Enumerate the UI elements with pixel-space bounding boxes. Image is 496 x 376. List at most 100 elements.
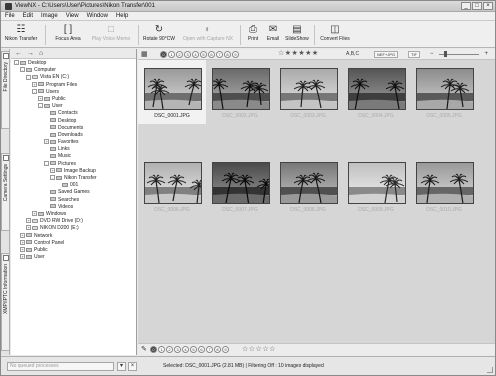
thumbnail[interactable]: DSC_0001.JPG (138, 60, 206, 124)
email-button[interactable]: ✉ Email (264, 22, 282, 47)
tree-node[interactable]: Desktop (11, 118, 136, 125)
tree-node[interactable]: Music (11, 153, 136, 160)
rating-filter[interactable]: ☆★★★★★ (278, 50, 319, 58)
tree-node[interactable]: - Pictures (11, 161, 136, 168)
label-4-button[interactable]: 4 (192, 51, 199, 58)
tree-node[interactable]: Links (11, 146, 136, 153)
open-capture-nx-button[interactable]: ◐ Open with Capture NX (180, 22, 236, 47)
tree-node[interactable]: - User (11, 103, 136, 110)
label-6-button[interactable]: 6 (208, 51, 215, 58)
play-voice-memo-button[interactable]: □ Play Voice Memo (89, 22, 133, 47)
tree-node[interactable]: + Control Panel (11, 240, 136, 247)
label-6-button[interactable]: 6 (198, 346, 205, 353)
back-icon[interactable]: ← (15, 49, 22, 58)
tree-node[interactable]: Saved Games (11, 189, 136, 196)
thumbnail[interactable]: DSC_0008.JPG (274, 154, 342, 218)
expand-icon[interactable]: + (26, 218, 31, 224)
collapse-icon[interactable]: - (44, 160, 49, 166)
process-queue-field[interactable]: No queued processes (7, 362, 114, 371)
collapse-icon[interactable]: - (20, 67, 25, 73)
label-3-button[interactable]: 3 (174, 346, 181, 353)
expand-icon[interactable]: + (20, 247, 25, 253)
maximize-button[interactable]: □ (472, 2, 482, 10)
menu-edit[interactable]: Edit (23, 12, 33, 20)
zoom-in-icon[interactable]: + (484, 51, 488, 57)
collapse-icon[interactable]: - (14, 60, 19, 66)
expand-icon[interactable]: + (20, 232, 25, 238)
tree-node[interactable]: Documents (11, 125, 136, 132)
menu-window[interactable]: Window (87, 12, 108, 20)
label-9-button[interactable]: 9 (222, 346, 229, 353)
expand-icon[interactable]: + (50, 167, 55, 173)
palette-toggle-icon[interactable] (3, 155, 9, 161)
menu-help[interactable]: Help (116, 12, 128, 20)
tree-node[interactable]: Videos (11, 204, 136, 211)
thumbnail[interactable]: DSC_0003.JPG (274, 60, 342, 124)
label-3-button[interactable]: 3 (184, 51, 191, 58)
collapse-icon[interactable]: - (26, 74, 31, 80)
nikon-transfer-button[interactable]: ☷ Nikon Transfer (4, 22, 38, 47)
expand-icon[interactable]: + (32, 81, 37, 87)
queue-dropdown-button[interactable]: ▾ (117, 362, 126, 371)
label-9-button[interactable]: 9 (232, 51, 239, 58)
tree-node[interactable]: Contacts (11, 110, 136, 117)
expand-icon[interactable]: + (32, 211, 37, 217)
menu-image[interactable]: Image (41, 12, 58, 20)
palette-toggle-icon[interactable] (3, 53, 9, 59)
thumbnail[interactable]: DSC_0002.JPG (206, 60, 274, 124)
thumbnail[interactable]: DSC_0010.JPG (410, 154, 478, 218)
minimize-button[interactable]: _ (461, 2, 471, 10)
pen-icon[interactable]: ✎ (141, 346, 147, 353)
format-filter-select-2[interactable]: TIF (408, 51, 420, 58)
tree-node[interactable]: - Vista EN (C:) (11, 74, 136, 81)
thumbnail[interactable]: DSC_0005.JPG (410, 60, 478, 124)
tree-node[interactable]: 001 (11, 182, 136, 189)
tree-node[interactable]: + Image Backup (11, 168, 136, 175)
tree-node[interactable]: + Favorites (11, 139, 136, 146)
resize-grip[interactable] (487, 367, 493, 373)
thumbnail-size-slider[interactable]: − + (430, 51, 488, 58)
tree-node[interactable]: + User (11, 254, 136, 261)
tree-node[interactable]: + Public (11, 247, 136, 254)
menu-view[interactable]: View (66, 12, 79, 20)
label-2-button[interactable]: 2 (176, 51, 183, 58)
forward-icon[interactable]: → (27, 49, 34, 58)
tree-node[interactable]: Searches (11, 197, 136, 204)
expand-icon[interactable]: + (44, 139, 49, 145)
tree-node[interactable]: - Users (11, 89, 136, 96)
label-8-button[interactable]: 8 (224, 51, 231, 58)
collapse-icon[interactable]: - (50, 175, 55, 181)
palette-toggle-icon[interactable] (3, 255, 9, 261)
tree-node[interactable]: + Program Files (11, 82, 136, 89)
tree-node[interactable]: + Public (11, 96, 136, 103)
label-0-button[interactable]: 0 (160, 51, 167, 58)
format-filter-select[interactable]: NEF+JPG (374, 51, 399, 58)
expand-icon[interactable]: + (38, 96, 43, 102)
tree-node[interactable]: Downloads (11, 132, 136, 139)
label-8-button[interactable]: 8 (214, 346, 221, 353)
home-folder-icon[interactable]: ⌂ (39, 49, 43, 58)
zoom-out-icon[interactable]: − (430, 51, 434, 57)
tree-node[interactable]: - Nikon Transfer (11, 175, 136, 182)
label-7-button[interactable]: 7 (216, 51, 223, 58)
label-5-button[interactable]: 5 (200, 51, 207, 58)
slideshow-button[interactable]: ▤ SlideShow (284, 22, 310, 47)
expand-icon[interactable]: + (20, 239, 25, 245)
label-7-button[interactable]: 7 (206, 346, 213, 353)
thumbnail[interactable]: DSC_0006.JPG (138, 154, 206, 218)
collapse-icon[interactable]: - (38, 103, 43, 109)
apply-rating-stars[interactable]: ☆☆☆☆☆ (242, 346, 276, 354)
label-1-button[interactable]: 1 (168, 51, 175, 58)
sort-control[interactable]: A,B,C (346, 51, 359, 58)
expand-icon[interactable]: + (26, 225, 31, 231)
tab-file-directory[interactable]: File Directory (1, 51, 10, 129)
expand-icon[interactable]: + (20, 254, 25, 260)
label-5-button[interactable]: 5 (190, 346, 197, 353)
menu-file[interactable]: File (5, 12, 15, 20)
focus-area-button[interactable]: [ ] Focus Area (53, 22, 83, 47)
tree-node[interactable]: + NIKON D200 (E:) (11, 225, 136, 232)
label-1-button[interactable]: 1 (158, 346, 165, 353)
thumbnail[interactable]: DSC_0007.JPG (206, 154, 274, 218)
tab-camera-settings[interactable]: Camera Settings (1, 153, 10, 231)
convert-files-button[interactable]: ◫ Convert Files (318, 22, 352, 47)
